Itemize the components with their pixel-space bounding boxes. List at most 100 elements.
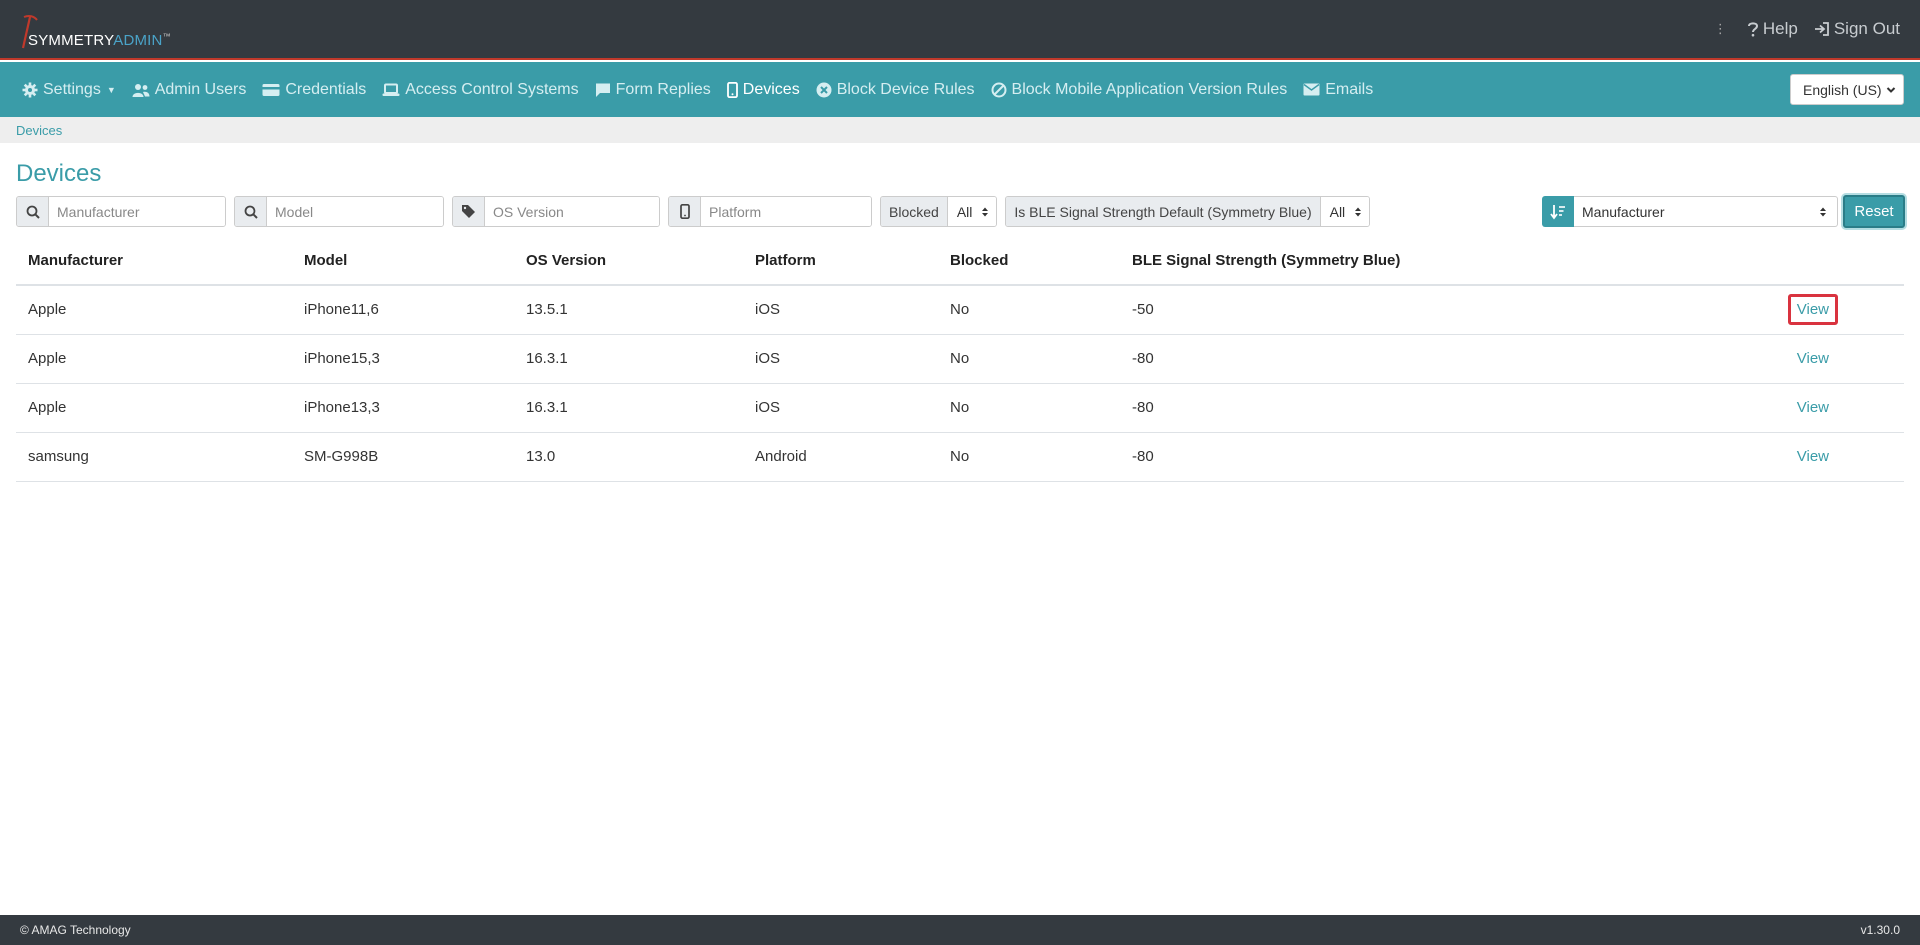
nav-label-block-device-rules: Block Device Rules — [836, 80, 975, 98]
view-device-link[interactable]: View — [1788, 392, 1838, 423]
users-icon — [132, 83, 150, 97]
devices-table: Manufacturer Model OS Version Platform B… — [16, 236, 1904, 482]
column-header-ble-signal-strength[interactable]: BLE Signal Strength (Symmetry Blue) — [1120, 236, 1658, 286]
cell-platform: iOS — [743, 334, 938, 384]
view-device-link[interactable]: View — [1788, 441, 1838, 472]
question-icon — [1747, 22, 1758, 37]
column-header-blocked[interactable]: Blocked — [938, 236, 1120, 286]
cell-blocked: No — [938, 285, 1120, 335]
cell-model: SM-G998B — [292, 432, 514, 482]
language-select[interactable]: English (US) — [1790, 74, 1904, 105]
ble-default-select[interactable]: All — [1320, 197, 1370, 226]
ban-icon — [991, 82, 1007, 97]
nav-item-admin-users[interactable]: Admin Users — [132, 80, 247, 99]
table-header-row: Manufacturer Model OS Version Platform B… — [16, 236, 1904, 286]
manufacturer-filter — [16, 196, 226, 227]
cell-model: iPhone11,6 — [292, 285, 514, 335]
comment-icon — [595, 83, 610, 97]
nav-label-block-mobile-app-version-rules: Block Mobile Application Version Rules — [1011, 80, 1288, 98]
nav-item-block-device-rules[interactable]: Block Device Rules — [816, 81, 975, 99]
model-input[interactable] — [267, 197, 443, 226]
table-row: Apple iPhone15,3 16.3.1 iOS No -80 View — [16, 334, 1904, 384]
breadcrumb-devices[interactable]: Devices — [16, 123, 62, 138]
nav-items: Settings ▼ Admin Users Credentials Acces… — [22, 62, 1373, 117]
sign-out-label: Sign Out — [1833, 19, 1900, 38]
platform-input[interactable] — [701, 197, 871, 226]
column-header-platform[interactable]: Platform — [743, 236, 938, 286]
sort-field-value: Manufacturer — [1582, 203, 1665, 220]
envelope-icon — [1303, 83, 1320, 96]
page-title: Devices — [16, 160, 102, 187]
blocked-label: Blocked — [881, 197, 948, 226]
table-row: Apple iPhone13,3 16.3.1 iOS No -80 View — [16, 383, 1904, 433]
view-device-link[interactable]: View — [1787, 294, 1838, 326]
sort-direction-button[interactable] — [1542, 196, 1574, 227]
cell-manufacturer: Apple — [16, 285, 292, 335]
nav-item-form-replies[interactable]: Form Replies — [595, 81, 711, 99]
language-value: English (US) — [1803, 81, 1882, 98]
cell-platform: iOS — [743, 285, 938, 335]
cell-platform: iOS — [743, 383, 938, 433]
nav-item-access-control-systems[interactable]: Access Control Systems — [382, 81, 579, 99]
cell-blocked: No — [938, 334, 1120, 384]
cell-manufacturer: samsung — [16, 432, 292, 482]
chevron-down-icon: ▼ — [106, 84, 116, 95]
mobile-icon — [669, 197, 701, 226]
nav-label-devices: Devices — [742, 80, 800, 98]
cell-blocked: No — [938, 432, 1120, 482]
nav-item-credentials[interactable]: Credentials — [262, 81, 366, 99]
nav-item-devices[interactable]: Devices — [726, 80, 800, 99]
symmetry-admin-logo[interactable]: SYMMETRYADMIN™ — [20, 14, 171, 50]
nav-item-block-mobile-app-version-rules[interactable]: Block Mobile Application Version Rules — [991, 80, 1288, 99]
ble-default-filter: Is BLE Signal Strength Default (Symmetry… — [1005, 196, 1371, 227]
nav-label-admin-users: Admin Users — [154, 80, 247, 98]
table-row: Apple iPhone11,6 13.5.1 iOS No -50 View — [16, 285, 1904, 335]
cell-ble-signal-strength: -50 — [1120, 285, 1658, 335]
sort-field-select[interactable]: Manufacturer — [1574, 196, 1838, 227]
cell-model: iPhone15,3 — [292, 334, 514, 384]
card-icon — [262, 83, 280, 96]
ble-default-select-value: All — [1329, 203, 1346, 220]
cell-platform: Android — [743, 432, 938, 482]
view-device-link[interactable]: View — [1788, 343, 1838, 374]
column-header-model[interactable]: Model — [292, 236, 514, 286]
logo-trademark: ™ — [162, 32, 171, 41]
column-header-os-version[interactable]: OS Version — [514, 236, 743, 286]
help-label: Help — [1762, 19, 1798, 38]
nav-item-emails[interactable]: Emails — [1303, 81, 1373, 99]
footer-version: v1.30.0 — [1860, 923, 1900, 937]
footer: © AMAG Technology v1.30.0 — [0, 915, 1920, 945]
nav-label-emails: Emails — [1325, 80, 1374, 98]
column-header-actions — [1657, 236, 1904, 286]
cell-os-version: 16.3.1 — [514, 383, 743, 433]
cell-blocked: No — [938, 383, 1120, 433]
sort-control: Manufacturer — [1542, 196, 1838, 227]
cell-actions: View — [1657, 432, 1904, 482]
platform-filter — [668, 196, 872, 227]
cell-ble-signal-strength: -80 — [1120, 383, 1658, 433]
more-menu-icon[interactable]: ⋮ — [1714, 21, 1727, 37]
os-version-filter — [452, 196, 660, 227]
sign-out-link[interactable]: Sign Out — [1814, 19, 1900, 39]
column-header-manufacturer[interactable]: Manufacturer — [16, 236, 292, 286]
sign-out-icon — [1814, 22, 1829, 36]
nav-item-settings[interactable]: Settings ▼ — [22, 81, 116, 99]
mobile-icon — [726, 81, 738, 98]
filter-bar: Blocked All Is BLE Signal Strength Defau… — [16, 196, 1371, 227]
help-link[interactable]: Help — [1747, 19, 1798, 39]
cell-ble-signal-strength: -80 — [1120, 432, 1658, 482]
table-row: samsung SM-G998B 13.0 Android No -80 Vie… — [16, 432, 1904, 482]
gear-icon — [22, 82, 38, 97]
breadcrumb: Devices — [0, 117, 1920, 143]
blocked-select[interactable]: All — [947, 197, 997, 226]
os-version-input[interactable] — [485, 197, 659, 226]
search-icon — [235, 197, 267, 226]
reset-button[interactable]: Reset — [1843, 195, 1905, 228]
blocked-select-value: All — [956, 203, 973, 220]
main-navbar: Settings ▼ Admin Users Credentials Acces… — [0, 62, 1920, 117]
logo-primary-text: SYMMETRY — [28, 32, 114, 49]
manufacturer-input[interactable] — [49, 197, 225, 226]
top-header: SYMMETRYADMIN™ ⋮ Help Sign Out — [0, 0, 1920, 60]
footer-copyright: © AMAG Technology — [20, 923, 131, 937]
cell-actions: View — [1657, 285, 1904, 335]
